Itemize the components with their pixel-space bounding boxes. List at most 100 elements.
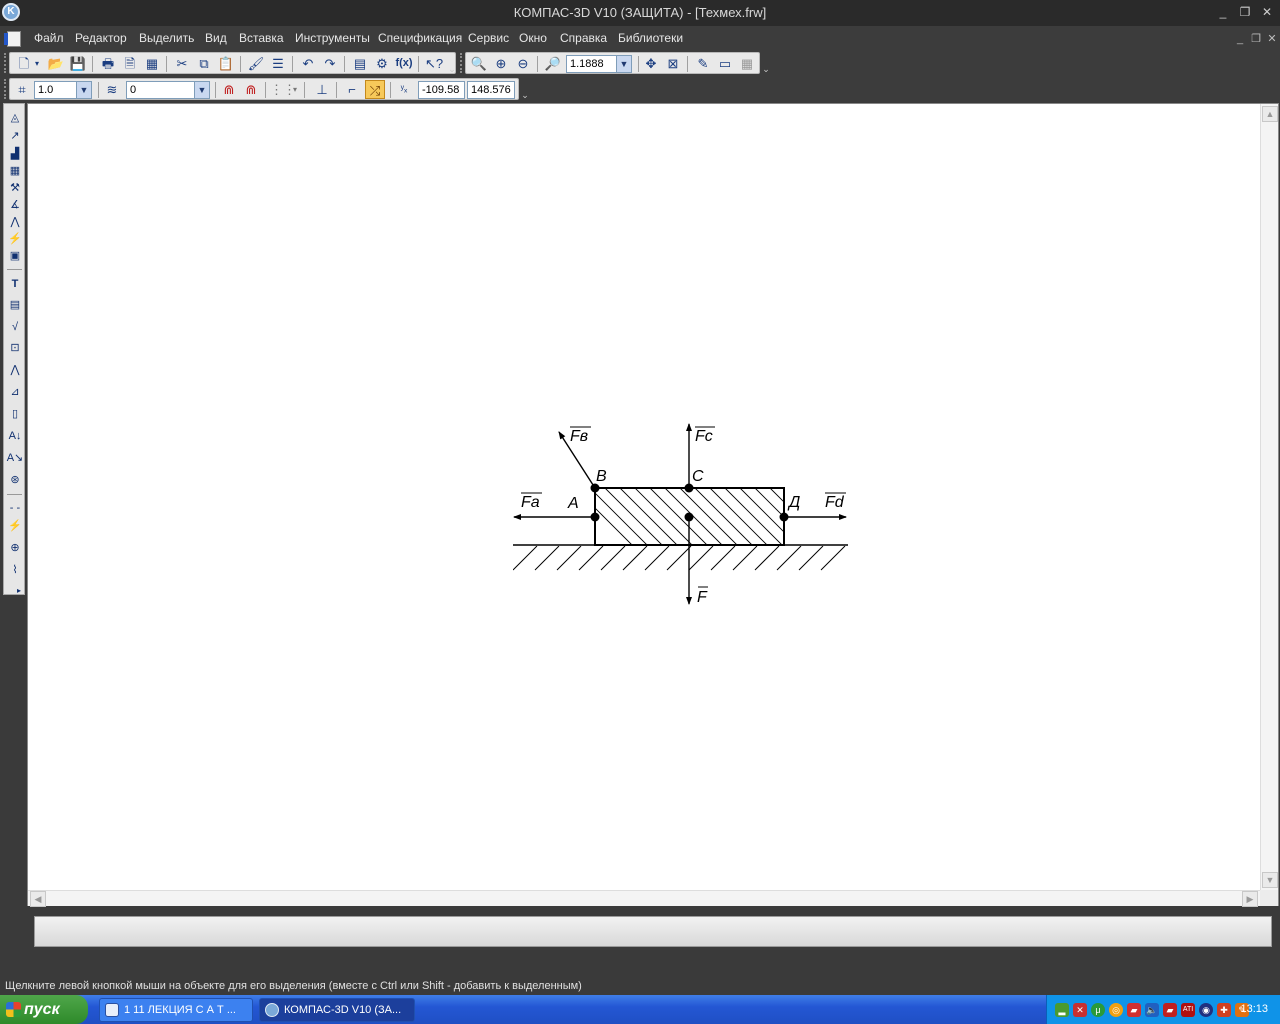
toolbar-overflow-icon[interactable]: ⌄ <box>762 52 770 74</box>
zoom-in-icon[interactable]: ⊕ <box>491 54 511 73</box>
menu-service[interactable]: Сервис <box>468 31 509 45</box>
reports-icon[interactable]: ▣ <box>5 248 25 265</box>
center-mark-icon[interactable]: ⊕ <box>5 540 25 557</box>
task-word-document[interactable]: 1 11 ЛЕКЦИЯ С А Т ... <box>99 998 253 1022</box>
flag-icon[interactable]: ▰ <box>1127 1003 1141 1017</box>
torrent-icon[interactable]: μ <box>1091 1003 1105 1017</box>
roughness-icon[interactable]: √ <box>5 319 25 336</box>
snap-magnet-icon[interactable]: ⋒ <box>219 80 239 99</box>
editing-icon[interactable]: ▦ <box>5 163 25 180</box>
document-properties-icon[interactable]: ☰ <box>268 54 288 73</box>
toolbar-overflow-icon[interactable]: ⌄ <box>521 78 529 100</box>
coord-x-field[interactable]: -109.58 <box>418 81 465 99</box>
point-d[interactable] <box>779 512 789 522</box>
ati-icon[interactable]: ATI <box>1181 1003 1195 1017</box>
help-pointer-icon[interactable]: ↖? <box>424 54 444 73</box>
round-mode-icon[interactable]: ⤮ <box>365 80 385 99</box>
format-brush-icon[interactable]: 🖌 <box>246 54 266 73</box>
pan-icon[interactable]: ✥ <box>641 54 661 73</box>
layer-view-icon[interactable]: ▭ <box>715 54 735 73</box>
toolbar-grip[interactable] <box>4 53 7 73</box>
panel-expand-icon[interactable]: ▸ <box>14 582 24 599</box>
label-d[interactable]: Д <box>787 494 800 511</box>
tolerance-icon[interactable]: ▯ <box>5 406 25 423</box>
network-icon[interactable]: ✕ <box>1073 1003 1087 1017</box>
chevron-down-icon[interactable]: ▼ <box>616 56 631 72</box>
chevron-down-icon[interactable]: ▼ <box>194 82 209 98</box>
label-f[interactable]: F <box>697 589 708 606</box>
save-icon[interactable]: 💾 <box>68 54 88 73</box>
menu-specification[interactable]: Спецификация <box>378 31 462 45</box>
document-icon[interactable] <box>4 31 21 47</box>
measurements-icon[interactable]: ∡ <box>5 197 25 214</box>
ground-hatch[interactable] <box>513 546 846 571</box>
designations-icon[interactable]: ▟ <box>5 146 25 163</box>
new-dropdown-icon[interactable]: ▾ <box>32 54 42 73</box>
doc-close-button[interactable]: ✕ <box>1266 33 1278 45</box>
variables-button[interactable]: f(x) <box>394 54 414 73</box>
redo-icon[interactable]: ↷ <box>320 54 340 73</box>
scroll-right-icon[interactable]: ▶ <box>1242 891 1258 907</box>
point-a[interactable] <box>590 512 600 522</box>
zoom-scale-icon[interactable]: 🔎 <box>543 54 563 73</box>
label-fb[interactable]: Fв <box>570 428 588 445</box>
refresh-icon[interactable]: ✎ <box>693 54 713 73</box>
toolbar-overflow-icon[interactable]: ⌄ <box>448 52 456 74</box>
zoom-combo[interactable]: 1.1888 ▼ <box>566 55 632 73</box>
antivirus-icon[interactable]: ✚ <box>1217 1003 1231 1017</box>
menu-editor[interactable]: Редактор <box>75 31 127 45</box>
scroll-left-icon[interactable]: ◀ <box>30 891 46 907</box>
local-snap-icon[interactable]: ⋒ <box>241 80 261 99</box>
language-icon[interactable]: ▰ <box>1163 1003 1177 1017</box>
wave-line-icon[interactable]: ⚡ <box>5 518 25 535</box>
volume-icon[interactable]: 🔈 <box>1145 1003 1159 1017</box>
close-button[interactable]: ✕ <box>1259 5 1275 19</box>
cut-icon[interactable]: ✂ <box>172 54 192 73</box>
label-c[interactable]: С <box>692 468 704 485</box>
minimize-button[interactable]: _ <box>1215 5 1231 19</box>
label-a[interactable]: А <box>567 495 579 512</box>
label-b[interactable]: В <box>596 468 607 485</box>
position-leader-icon[interactable]: ⊿ <box>5 384 25 401</box>
print-preview-icon[interactable]: 🗎 <box>120 54 140 73</box>
property-panel[interactable] <box>34 916 1272 947</box>
dimensions-icon[interactable]: ↗ <box>5 128 25 145</box>
restore-button[interactable]: ❐ <box>1237 5 1253 19</box>
undo-icon[interactable]: ↶ <box>298 54 318 73</box>
coordinates-icon[interactable]: ʸₓ <box>394 80 414 99</box>
view-arrow-icon[interactable]: A↘ <box>5 450 25 467</box>
signal-icon[interactable]: ▂ <box>1055 1003 1069 1017</box>
calculator-icon[interactable]: ▦ <box>737 54 757 73</box>
doc-restore-button[interactable]: ❐ <box>1250 33 1262 45</box>
properties-icon[interactable]: ▦ <box>142 54 162 73</box>
leader-icon[interactable]: ⋀ <box>5 362 25 379</box>
copy-icon[interactable]: ⧉ <box>194 54 214 73</box>
menu-tools[interactable]: Инструменты <box>295 31 370 45</box>
point-center[interactable] <box>684 512 694 522</box>
selection-icon[interactable]: ⋀ <box>5 214 25 231</box>
layers-icon[interactable]: ≋ <box>102 80 122 99</box>
chevron-down-icon[interactable]: ▼ <box>76 82 91 98</box>
geometry-icon[interactable]: ◬ <box>5 110 25 127</box>
cursor-step-icon[interactable]: ⌗ <box>12 80 32 99</box>
open-folder-icon[interactable]: 📂 <box>46 54 66 73</box>
grid-icon[interactable]: ⋮⋮ <box>270 80 296 99</box>
label-fc[interactable]: Fc <box>695 428 713 445</box>
menu-window[interactable]: Окно <box>519 31 547 45</box>
scroll-down-icon[interactable]: ▼ <box>1262 872 1278 888</box>
spec-icon[interactable]: ⚡ <box>5 231 25 248</box>
menu-libraries[interactable]: Библиотеки <box>618 31 683 45</box>
horizontal-scrollbar[interactable]: ◀ ▶ <box>28 890 1260 907</box>
drawing-area[interactable]: Fв Fc Fa Fd F А В С Д ▲ ▼ ◀ ▶ <box>27 103 1279 907</box>
print-icon[interactable]: 🖶 <box>98 54 118 73</box>
menu-view[interactable]: Вид <box>205 31 227 45</box>
ortho-icon[interactable]: ⌐ <box>342 80 362 99</box>
menu-file[interactable]: Файл <box>34 31 64 45</box>
zoom-window-icon[interactable]: 🔍 <box>469 54 489 73</box>
messenger-icon[interactable]: ◎ <box>1109 1003 1123 1017</box>
start-button[interactable]: пуск <box>0 995 88 1024</box>
scroll-up-icon[interactable]: ▲ <box>1262 106 1278 122</box>
label-fd[interactable]: Fd <box>825 494 845 511</box>
parametrization-icon[interactable]: ⚒ <box>5 180 25 197</box>
grid-dropdown-icon[interactable]: ▾ <box>290 80 300 99</box>
